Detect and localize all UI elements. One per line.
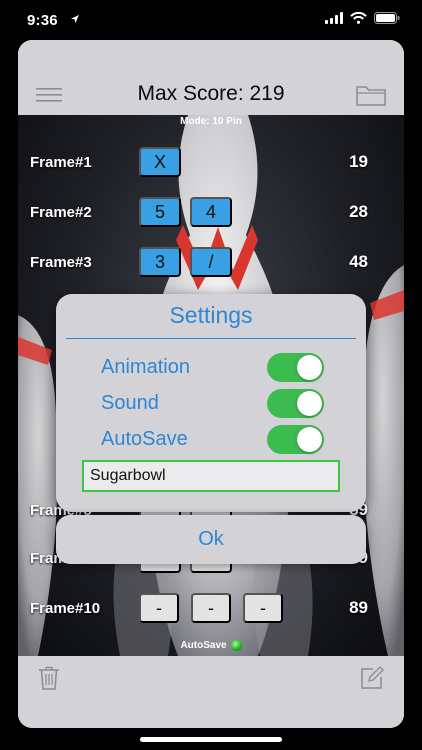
frame-score: 48 bbox=[349, 252, 368, 271]
toggle-knob bbox=[297, 391, 322, 416]
folder-icon[interactable] bbox=[356, 84, 386, 106]
ok-button[interactable]: Ok bbox=[56, 515, 366, 564]
toggle-knob bbox=[297, 427, 322, 452]
animation-toggle[interactable] bbox=[267, 353, 324, 382]
autosave-status: AutoSave bbox=[18, 640, 404, 651]
status-icons bbox=[325, 12, 400, 24]
page-title: Max Score: 219 bbox=[137, 82, 285, 105]
sound-toggle[interactable] bbox=[267, 389, 324, 418]
autosave-status-label: AutoSave bbox=[180, 640, 227, 651]
status-bar: 9:36 bbox=[0, 0, 422, 40]
frame-label: Frame#1 bbox=[30, 154, 92, 171]
frame-label: Frame#10 bbox=[30, 600, 101, 617]
location-arrow-icon bbox=[71, 15, 79, 23]
bowler-name-input[interactable] bbox=[82, 460, 340, 492]
mode-label: Mode: 10 Pin bbox=[180, 116, 242, 127]
ball-score-button[interactable]: 5 bbox=[139, 197, 181, 227]
toggle-knob bbox=[297, 355, 322, 380]
trash-icon[interactable] bbox=[38, 666, 60, 690]
animation-label: Animation bbox=[101, 356, 190, 378]
settings-dialog: Settings Animation Sound AutoSave bbox=[56, 294, 366, 512]
frame-row: Frame#1 X 19 bbox=[18, 147, 404, 179]
ball-score-button[interactable]: 4 bbox=[190, 197, 232, 227]
frame-row: Frame#3 3 / 48 bbox=[18, 247, 404, 279]
ball-score-button[interactable]: - bbox=[191, 593, 231, 623]
frame-score: 19 bbox=[349, 152, 368, 171]
status-time: 9:36 bbox=[27, 12, 58, 29]
signal-icon bbox=[325, 12, 343, 24]
autosave-label: AutoSave bbox=[101, 428, 188, 450]
ball-score-button[interactable]: - bbox=[139, 593, 179, 623]
autosave-toggle[interactable] bbox=[267, 425, 324, 454]
home-indicator bbox=[140, 737, 282, 742]
wifi-icon bbox=[350, 12, 367, 24]
ball-score-button[interactable]: / bbox=[190, 247, 232, 277]
compose-icon[interactable] bbox=[360, 666, 384, 690]
sound-label: Sound bbox=[101, 392, 159, 414]
frame-row: Frame#2 5 4 28 bbox=[18, 197, 404, 229]
frame-score: 89 bbox=[349, 598, 368, 617]
bottom-toolbar bbox=[18, 656, 404, 728]
battery-icon bbox=[374, 12, 400, 24]
frame-label: Frame#2 bbox=[30, 204, 92, 221]
settings-title: Settings bbox=[169, 302, 253, 328]
nav-bar: Max Score: 219 bbox=[18, 40, 404, 115]
ball-score-button[interactable]: - bbox=[243, 593, 283, 623]
ball-score-button[interactable]: 3 bbox=[139, 247, 181, 277]
settings-divider bbox=[66, 338, 356, 339]
frame-score: 28 bbox=[349, 202, 368, 221]
frame-label: Frame#3 bbox=[30, 254, 92, 271]
autosave-indicator-icon bbox=[230, 640, 242, 651]
frame-row: Frame#10 - - - 89 bbox=[18, 593, 404, 625]
ball-score-button[interactable]: X bbox=[139, 147, 181, 177]
